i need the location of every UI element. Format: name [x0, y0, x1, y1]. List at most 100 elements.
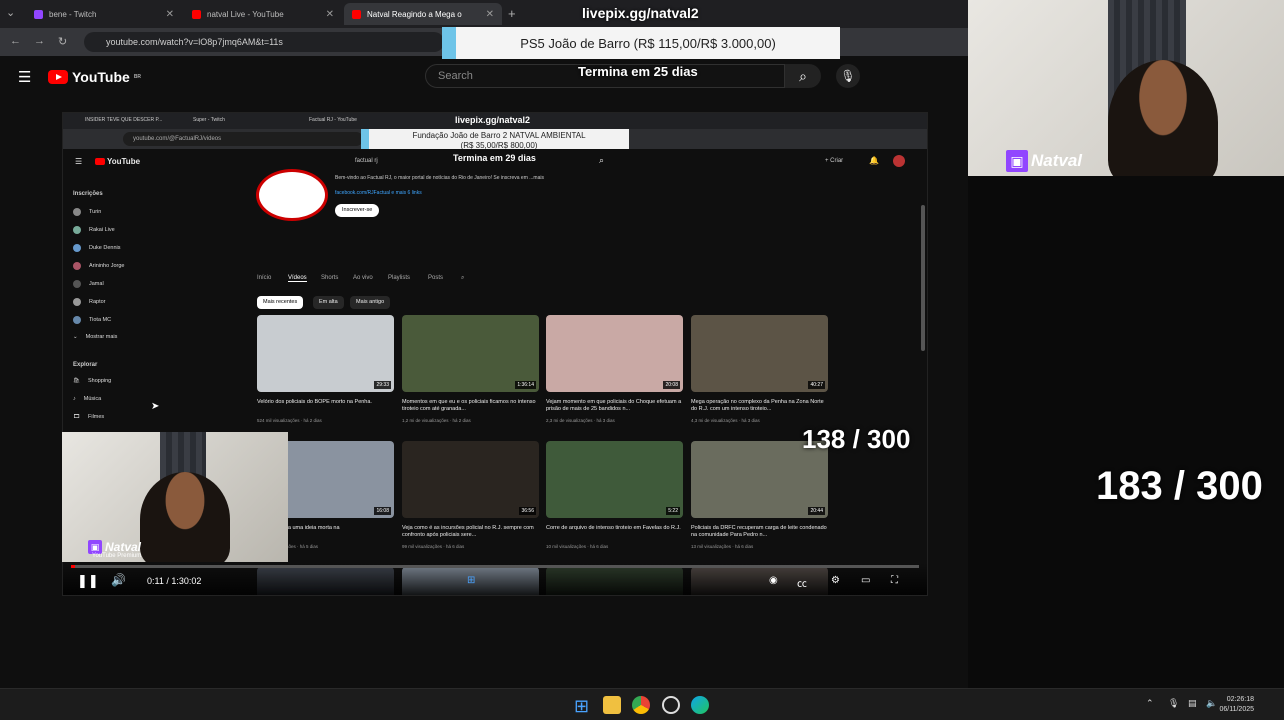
chrome-icon[interactable] [632, 696, 650, 714]
tab-twitch[interactable]: bene - Twitch ✕ [26, 3, 182, 25]
browser-tab-strip: ⌄ bene - Twitch ✕ natval Live - YouTube … [0, 0, 968, 28]
autoplay-toggle[interactable]: ◉ [769, 575, 778, 586]
tray-chevron-icon[interactable]: ⌃ [1146, 698, 1154, 709]
search-button[interactable]: ⌕ [785, 64, 821, 88]
tab-label: Natval Reagindo a Mega o [367, 9, 462, 19]
tab-search-icon[interactable]: ⌄ [6, 6, 15, 19]
search-icon: ⌕ [799, 67, 807, 84]
webcam-small: ▣ Natval YouTube Premium [62, 432, 288, 562]
inner-tab: INSIDER TEVE QUE DESCER P... [85, 117, 163, 123]
inner-create-button: + Criar [825, 158, 844, 164]
sidebar-sub: Jamal [73, 280, 104, 288]
twitch-icon: ▣ [1006, 150, 1028, 172]
channel-description: Bem-vindo ao Factual RJ, o maior portal … [335, 175, 544, 181]
sidebar-explore: 🎞 Filmes [73, 414, 105, 420]
progress-bar[interactable] [71, 565, 919, 568]
sidebar-sub: Raptor [73, 298, 106, 306]
channel-tab: Posts [428, 275, 444, 281]
goal-counter-small: 138 / 300 [802, 424, 911, 454]
tab-label: natval Live - YouTube [207, 9, 284, 19]
subtitles-button[interactable]: ㏄ [797, 575, 807, 590]
video-title: Vejam momento em que policiais do Choque… [546, 399, 682, 412]
channel-tab: Playlists [388, 275, 411, 281]
close-icon[interactable]: ✕ [166, 9, 174, 20]
url-input[interactable]: youtube.com/watch?v=lO8p7jmq6AM&t=11s [84, 32, 444, 52]
pix-link-overlay: livepix.gg/natval2 [582, 5, 699, 21]
windows-start-icon[interactable]: ⊞ [574, 696, 592, 716]
windows-taskbar: ⊞ ⌃ 🎙 ▤ 🔈 02:26:18 06/11/2025 [0, 688, 1284, 720]
obs-icon[interactable] [662, 696, 680, 714]
video-title: Corre de arquivo de intenso tiroteio em … [546, 525, 681, 531]
subscribe-button: Inscrever-se [335, 204, 380, 217]
video-meta: 2,3 mi de visualizações · há 3 dias [546, 418, 615, 423]
video-meta: 524 mil visualizações · há 2 dias [257, 418, 322, 423]
sidebar-sub: Rakai Live [73, 226, 115, 234]
volume-icon[interactable]: 🔈 [1206, 698, 1217, 709]
goal-counter-large: 183 / 300 [1096, 464, 1263, 508]
youtube-icon [352, 9, 361, 19]
tab-natval-active[interactable]: Natval Reagindo a Mega o ✕ [344, 3, 502, 25]
inner-youtube-logo: YouTube [95, 157, 140, 166]
goal-ends-overlay: Termina em 25 dias [578, 64, 698, 79]
video-title: Momentos em que eu e os policiais ficamo… [402, 399, 536, 412]
youtube-logo-text: YouTube [72, 69, 130, 85]
progress-fill [71, 565, 76, 568]
new-tab-button[interactable]: + [508, 6, 516, 21]
chip-latest: Mais recentes [257, 296, 304, 309]
video-thumbnail: 20:08 [546, 315, 683, 392]
clock-date: 06/11/2025 [1219, 706, 1254, 713]
channel-tab: Início [257, 275, 272, 281]
sidebar-sub: Turin [73, 208, 101, 216]
clock-time: 02:26:18 [1226, 696, 1254, 703]
chip-popular: Em alta [313, 296, 344, 309]
sidebar-sub: Arininho Jorge [73, 262, 124, 270]
channel-tab: Ao vivo [353, 275, 373, 281]
inner-bell-icon: 🔔 [869, 156, 879, 165]
settings-gear-icon[interactable]: ⚙ [831, 575, 840, 586]
webcam-main: ▣ Natval [968, 0, 1284, 176]
close-icon[interactable]: ✕ [486, 9, 494, 20]
streamer [1108, 60, 1218, 176]
video-thumbnail: 40:27 [691, 315, 828, 392]
twitch-icon [34, 9, 43, 19]
time-display: 0:11 / 1:30:02 [147, 576, 202, 586]
inner-search-icon: ⌕ [599, 155, 605, 165]
inner-goal-line1: Fundação João de Barro 2 NATVAL AMBIENTA… [412, 131, 586, 140]
reload-icon[interactable]: ↻ [58, 35, 67, 48]
network-icon[interactable]: ▤ [1188, 698, 1197, 709]
tab-youtube-live[interactable]: natval Live - YouTube ✕ [184, 3, 342, 25]
sidebar-subs-header: Inscrições [73, 191, 103, 197]
youtube-logo[interactable]: YouTube BR [48, 69, 141, 85]
donation-goal-box: PS5 João de Barro (R$ 115,00/R$ 3.000,00… [442, 27, 840, 59]
video-meta: 10 mil visualizações · há 6 dias [546, 544, 609, 549]
video-meta: 13 mil visualizações · há 6 dias [691, 544, 754, 549]
forward-icon[interactable]: → [34, 35, 45, 47]
video-title: Velório dos policiais do BOPE morto na P… [257, 399, 372, 405]
youtube-icon [192, 9, 201, 19]
edge-icon[interactable] [691, 696, 709, 714]
inner-search: factual rj [355, 158, 378, 164]
video-thumbnail: 1:36:14 [402, 315, 539, 392]
mic-button[interactable]: 🎙 [836, 64, 860, 88]
menu-icon[interactable]: ☰ [18, 68, 31, 86]
clock[interactable]: 02:26:18 06/11/2025 [1219, 695, 1254, 715]
pause-button[interactable]: ❚❚ [77, 573, 99, 589]
volume-button[interactable]: 🔊 [111, 573, 126, 587]
close-icon[interactable]: ✕ [326, 9, 334, 20]
channel-search-icon: ⌕ [461, 275, 465, 281]
back-icon[interactable]: ← [10, 35, 21, 47]
mouse-cursor-icon: ➤ [151, 401, 160, 412]
twitch-icon: ▣ [88, 540, 102, 554]
file-explorer-icon[interactable] [603, 696, 621, 714]
channel-tab: Shorts [321, 275, 339, 281]
miniplayer-button[interactable]: ▭ [861, 575, 870, 586]
windows-start-icon: ⊞ [467, 575, 476, 586]
youtube-play-icon [48, 70, 68, 84]
channel-tab-active: Vídeos [288, 275, 307, 282]
twitch-tag-small: ▣ Natval [88, 540, 141, 554]
video-title: Policiais da DRFC recuperam carga de lei… [691, 525, 827, 538]
inner-tab: Super - Twitch [193, 117, 225, 123]
fullscreen-button[interactable]: ⛶ [891, 575, 898, 586]
sidebar-explore-header: Explorar [73, 362, 98, 368]
premium-label: YouTube Premium [92, 553, 142, 559]
